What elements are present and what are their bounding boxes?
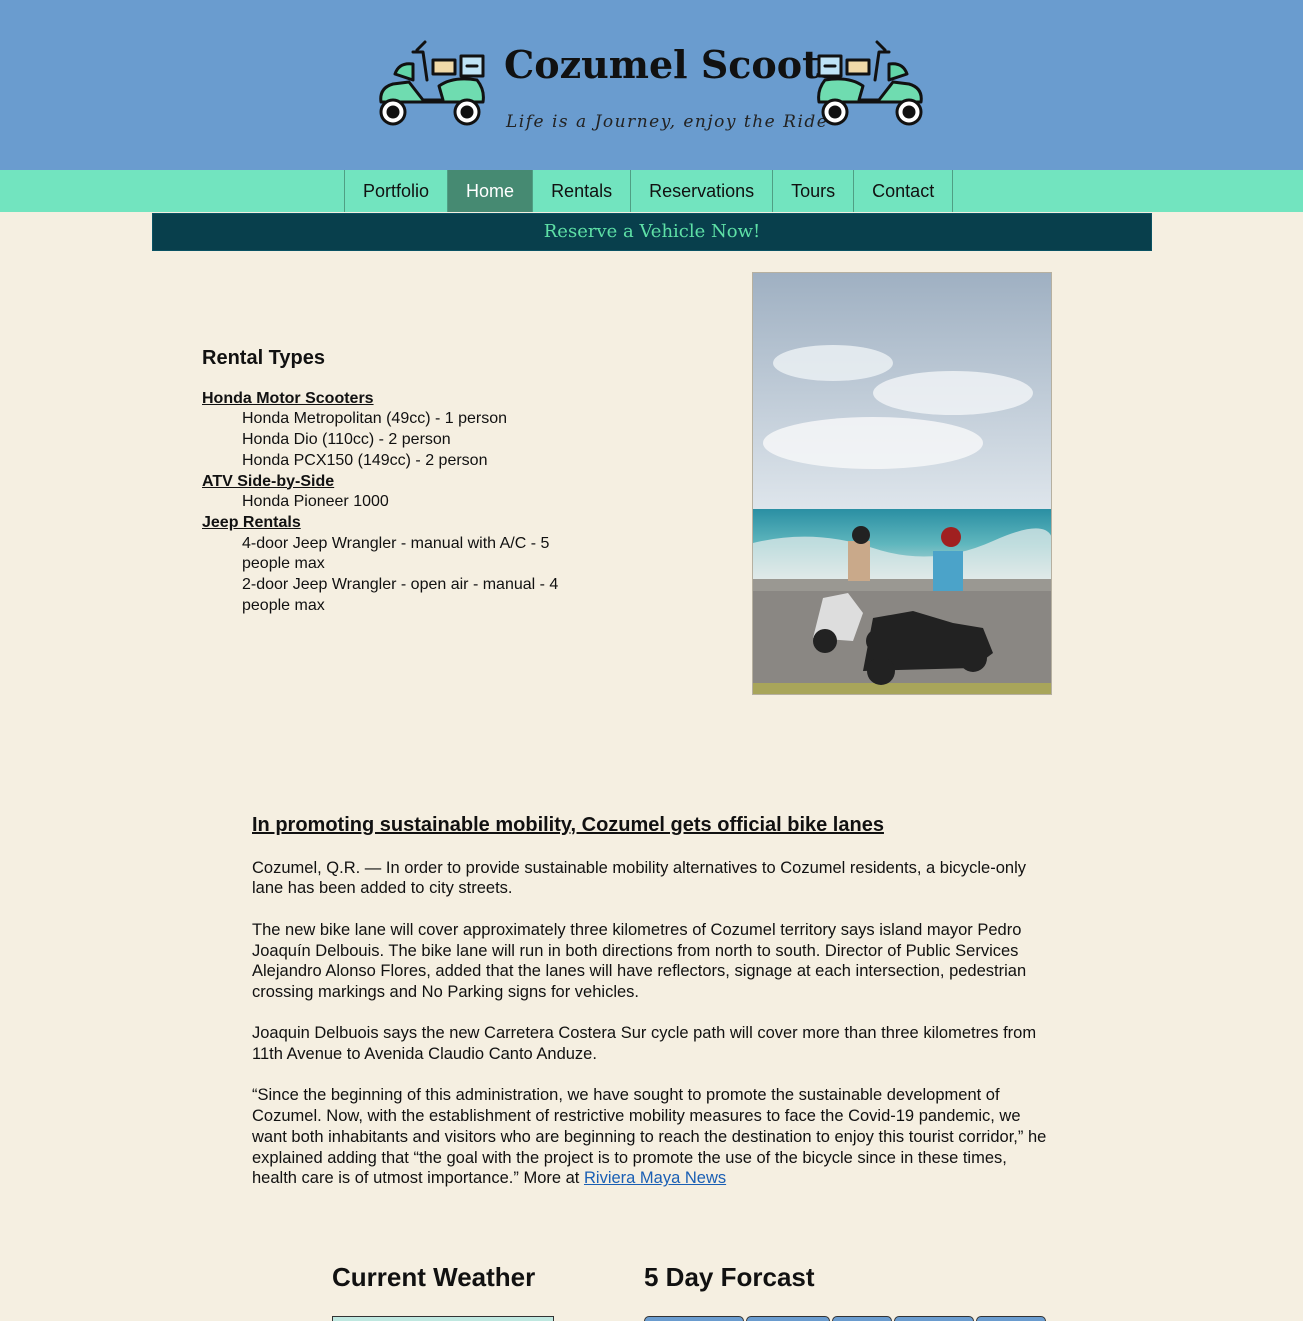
forecast-day-tab[interactable] bbox=[894, 1316, 974, 1321]
forecast-day-tab[interactable] bbox=[976, 1316, 1046, 1321]
current-weather-heading: Current Weather bbox=[332, 1262, 536, 1292]
nav-item-portfolio[interactable]: Portfolio bbox=[345, 170, 449, 212]
scooter-logo-icon bbox=[817, 40, 923, 126]
reserve-vehicle-button[interactable]: Reserve a Vehicle Now! bbox=[152, 213, 1152, 251]
riviera-maya-news-link[interactable]: Riviera Maya News bbox=[584, 1169, 726, 1187]
nav-item-reservations[interactable]: Reservations bbox=[631, 170, 774, 212]
rental-category-atv: ATV Side-by-Side bbox=[202, 472, 335, 490]
rental-item: Honda Pioneer 1000 bbox=[242, 493, 389, 511]
nav-item-rentals[interactable]: Rentals bbox=[533, 170, 632, 212]
main-nav-bar: Portfolio Home Rentals Reservations Tour… bbox=[0, 170, 1303, 212]
rental-item: Honda Dio (110cc) - 2 person bbox=[242, 431, 451, 449]
nav-item-home[interactable]: Home bbox=[448, 170, 534, 212]
article-paragraph: Joaquin Delbuois says the new Carretera … bbox=[252, 1024, 1037, 1063]
rental-category-scooters: Honda Motor Scooters bbox=[202, 389, 374, 407]
rental-item: Honda PCX150 (149cc) - 2 person bbox=[242, 451, 488, 469]
rental-category-jeep: Jeep Rentals bbox=[202, 513, 301, 531]
current-weather-widget bbox=[332, 1316, 554, 1321]
scooter-beach-photo bbox=[752, 272, 1052, 695]
forecast-day-tab[interactable] bbox=[746, 1316, 830, 1321]
site-tagline: Life is a Journey, enjoy the Ride bbox=[506, 112, 829, 132]
scooter-logo-icon bbox=[379, 40, 485, 126]
article-headline: In promoting sustainable mobility, Cozum… bbox=[252, 814, 884, 836]
article-paragraph: The new bike lane will cover approximate… bbox=[252, 920, 1027, 1001]
article-paragraph: Cozumel, Q.R. — In order to provide sust… bbox=[252, 858, 1027, 898]
article-paragraph-with-link: “Since the beginning of this administrat… bbox=[252, 1085, 1054, 1189]
news-article: In promoting sustainable mobility, Cozum… bbox=[252, 815, 1054, 1210]
forecast-day-tab[interactable] bbox=[644, 1316, 744, 1321]
forecast-widget bbox=[644, 1316, 1048, 1321]
beach-photo-illustration bbox=[753, 273, 1051, 694]
rental-types-heading: Rental Types bbox=[202, 347, 325, 369]
rental-item: 4-door Jeep Wrangler - manual with A/C -… bbox=[242, 534, 550, 573]
nav-item-contact[interactable]: Contact bbox=[854, 170, 954, 212]
nav-item-tours[interactable]: Tours bbox=[773, 170, 855, 212]
rental-types-section: Rental Types Honda Motor Scooters Honda … bbox=[202, 348, 602, 616]
rental-item: 2-door Jeep Wrangler - open air - manual… bbox=[242, 576, 559, 614]
site-header: Cozumel Scoots Life is a Journey, enjoy … bbox=[0, 0, 1303, 170]
main-nav: Portfolio Home Rentals Reservations Tour… bbox=[344, 170, 954, 212]
site-title: Cozumel Scoots bbox=[504, 42, 842, 87]
forecast-day-tab[interactable] bbox=[832, 1316, 892, 1321]
rental-item: Honda Metropolitan (49cc) - 1 person bbox=[242, 410, 508, 428]
forecast-heading: 5 Day Forcast bbox=[644, 1262, 815, 1292]
